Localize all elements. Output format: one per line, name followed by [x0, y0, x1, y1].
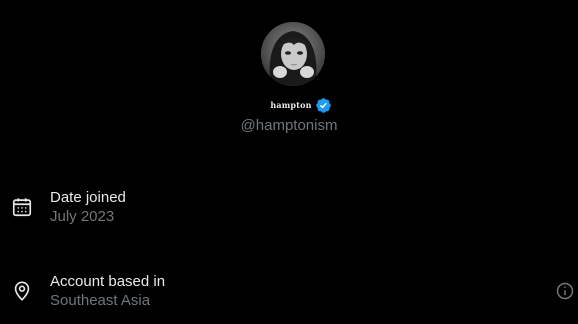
account-based-in-label: Account based in: [50, 273, 166, 290]
profile-header: hampton @hamptonism: [0, 0, 578, 140]
location-pin-icon: [11, 280, 33, 302]
avatar[interactable]: [261, 22, 325, 86]
info-icon[interactable]: [555, 281, 575, 301]
profile-photo: [261, 22, 325, 86]
date-joined-label: Date joined: [50, 189, 126, 206]
date-joined-value: July 2023: [50, 208, 115, 225]
date-joined-row: Date joined July 2023: [0, 186, 578, 230]
display-name[interactable]: hampton: [270, 100, 311, 110]
profile-handle: @hamptonism: [240, 117, 338, 134]
calendar-icon: [11, 196, 33, 218]
verified-badge-icon[interactable]: [315, 97, 332, 114]
name-row: hampton: [0, 96, 578, 114]
account-based-in-value: Southeast Asia: [50, 292, 151, 309]
account-based-in-row: Account based in Southeast Asia: [0, 270, 578, 314]
